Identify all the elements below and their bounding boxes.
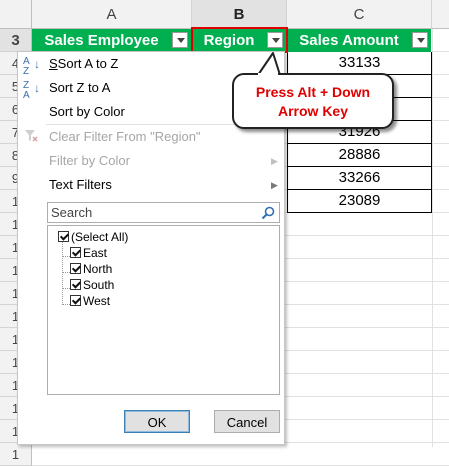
callout-joint (258, 73, 278, 76)
callout-text: Press Alt + Down Arrow Key (234, 83, 392, 121)
callout-line: Press Alt + Down (255, 84, 371, 100)
callout-pointer (257, 52, 281, 76)
callout-bubble: Press Alt + Down Arrow Key (232, 73, 394, 129)
callout-line: Arrow Key (277, 103, 349, 119)
